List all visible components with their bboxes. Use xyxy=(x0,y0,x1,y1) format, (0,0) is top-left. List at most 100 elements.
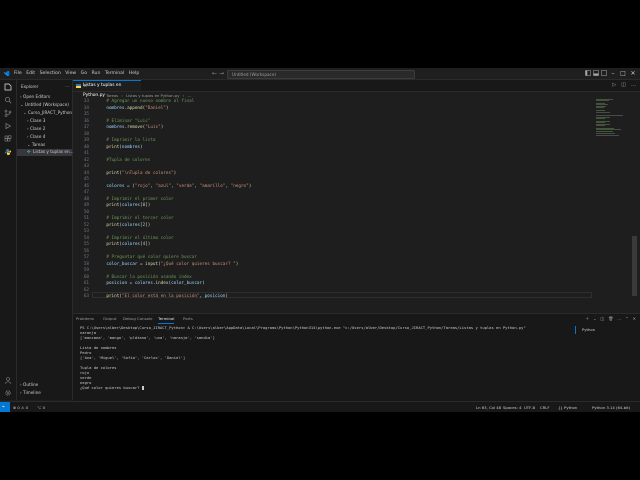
code-line[interactable]: # Imprimir el último color xyxy=(96,236,173,242)
line-number: 35 xyxy=(83,112,89,117)
code-line[interactable]: # Imprimir el tercer color xyxy=(96,216,173,222)
code-line[interactable]: print(colores[2]) xyxy=(96,223,150,229)
python-icon[interactable] xyxy=(4,148,12,156)
timeline-label: Timeline xyxy=(23,390,41,395)
source-control-icon[interactable] xyxy=(4,109,12,117)
tab-problems[interactable]: Problems xyxy=(76,314,94,323)
tab-output[interactable]: Output xyxy=(103,314,117,323)
breadcrumb-symbol[interactable]: ... xyxy=(188,93,192,98)
folder-curso[interactable]: ⌄ Curso_JIRACT_Python xyxy=(23,110,72,116)
code-line[interactable]: colores = ("rojo", "azul", "verde", "ama… xyxy=(96,184,251,190)
line-number: 58 xyxy=(83,261,89,267)
editor-scrollbar[interactable] xyxy=(632,236,637,296)
workspace-section[interactable]: ⌄ Untitled (Workspace) xyxy=(20,102,69,108)
line-number: 37 xyxy=(83,125,89,130)
more-actions-icon[interactable]: … xyxy=(617,314,621,323)
line-number: 45 xyxy=(83,177,89,182)
close-tab-icon[interactable]: × xyxy=(83,81,138,91)
account-icon[interactable] xyxy=(4,376,12,384)
code-line[interactable]: # Eliminar "Luis" xyxy=(96,119,150,125)
code-line[interactable]: nombres.remove("Luis") xyxy=(96,125,163,131)
split-terminal-icon[interactable]: ◫ xyxy=(600,314,604,323)
code-line[interactable]: posicion = colores.index(color_buscar) xyxy=(96,281,204,287)
code-line[interactable]: print("\nTupla de colores") xyxy=(96,171,176,177)
run-file-icon[interactable]: ▷ xyxy=(612,81,616,90)
folder-clase-4[interactable]: › Clase 4 xyxy=(27,134,45,140)
toggle-panel-icon[interactable] xyxy=(593,70,599,76)
language-mode[interactable]: {} Python xyxy=(558,402,577,412)
run-debug-icon[interactable] xyxy=(4,122,12,130)
python-interpreter[interactable]: Python 3.14 (64-bit) xyxy=(592,402,630,412)
code-line[interactable]: # Preguntar qué color quiere buscar xyxy=(96,255,197,261)
problems-indicator[interactable]: ⊗ 0 ⚠ 0 xyxy=(13,402,28,412)
breadcrumb-tareas[interactable]: Tareas xyxy=(106,93,118,98)
line-number: 56 xyxy=(83,248,89,254)
tab-listas-tuplas[interactable]: Listas y tuplas en Python.py × xyxy=(73,80,141,98)
code-line[interactable]: nombres.append("Daniel") xyxy=(96,106,168,112)
indentation[interactable]: Spaces: 4 xyxy=(503,402,521,412)
minimize-icon[interactable]: – xyxy=(608,68,618,79)
code-line[interactable]: #Tupla de colores xyxy=(96,158,150,164)
open-editors-section[interactable]: › Open Editors xyxy=(20,94,50,100)
code-line[interactable]: print(nombres) xyxy=(96,145,142,151)
code-line[interactable]: print(colores[4]) xyxy=(96,242,150,248)
ports-indicator[interactable]: ⌥ 0 xyxy=(37,402,45,412)
back-arrow-icon[interactable]: ← xyxy=(212,69,217,78)
folder-clase-3[interactable]: › Clase 3 xyxy=(27,118,45,124)
selected-file-row[interactable]: ✣ Listas y tuplas en... xyxy=(17,149,74,156)
cursor-position[interactable]: Ln 63, Col 48 xyxy=(476,402,501,412)
kill-terminal-icon[interactable]: 🗑 xyxy=(608,314,613,323)
chevron-right-icon: › xyxy=(27,126,29,131)
remote-indicator[interactable]: ⌁ xyxy=(0,402,10,412)
minimap-line xyxy=(596,109,606,111)
toggle-sidebar-icon[interactable] xyxy=(585,70,591,76)
code-line[interactable]: # Imprimir el primer color xyxy=(96,197,173,203)
menu-terminal[interactable]: Terminal xyxy=(105,68,124,79)
tab-ports[interactable]: Ports xyxy=(183,314,193,323)
command-center-search[interactable]: Untitled (Workspace) xyxy=(227,70,415,79)
menu-edit[interactable]: Edit xyxy=(26,68,35,79)
more-actions-icon[interactable]: … xyxy=(65,83,69,89)
outline-section[interactable]: › Outline xyxy=(20,382,38,388)
menu-go[interactable]: Go xyxy=(81,68,87,79)
code-line[interactable]: print("El color está en la posición", po… xyxy=(96,294,228,300)
explorer-icon[interactable] xyxy=(4,83,12,91)
tab-terminal[interactable]: Terminal xyxy=(158,314,175,324)
code-line[interactable]: # Imprimir la lista xyxy=(96,138,155,144)
more-actions-icon[interactable]: … xyxy=(631,81,636,90)
minimap-line xyxy=(596,129,621,130)
search-icon[interactable] xyxy=(4,96,12,104)
menu-selection[interactable]: Selection xyxy=(40,68,61,79)
search-placeholder: Untitled (Workspace) xyxy=(232,72,277,77)
close-icon[interactable]: ✕ xyxy=(628,68,638,79)
code-line[interactable]: print(colores[0]) xyxy=(96,203,150,209)
code-line[interactable]: # Agregar un nuevo nombre al final xyxy=(96,99,194,105)
maximize-icon[interactable]: □ xyxy=(618,68,628,79)
settings-gear-icon[interactable] xyxy=(4,389,12,397)
folder-tareas[interactable]: ⌄ Tareas xyxy=(27,142,45,148)
line-number: 63 xyxy=(83,294,89,299)
timeline-section[interactable]: › Timeline xyxy=(20,390,41,396)
new-terminal-icon[interactable]: ＋ xyxy=(585,314,589,323)
line-ending[interactable]: CRLF xyxy=(540,402,550,412)
split-editor-icon[interactable]: ◫ xyxy=(621,81,626,90)
minimap[interactable] xyxy=(596,99,628,139)
breadcrumb-file[interactable]: Listas y tuplas en Python.py xyxy=(126,93,179,98)
encoding[interactable]: UTF-8 xyxy=(524,402,535,412)
code-line[interactable]: # Buscar la posición usando index xyxy=(96,275,191,281)
forward-arrow-icon[interactable]: → xyxy=(219,69,224,78)
menu-view[interactable]: View xyxy=(65,68,76,79)
code-editor[interactable]: # Agregar un nuevo nombre al final nombr… xyxy=(96,99,596,301)
extensions-icon[interactable] xyxy=(4,135,12,143)
layout-icon[interactable] xyxy=(601,70,607,76)
folder-clase-2[interactable]: › Clase 2 xyxy=(27,126,45,132)
menu-help[interactable]: Help xyxy=(129,68,139,79)
menu-run[interactable]: Run xyxy=(92,68,101,79)
terminal-dropdown-icon[interactable]: ⌄ xyxy=(593,314,596,323)
close-panel-icon[interactable]: ✕ xyxy=(633,314,636,323)
maximize-panel-icon[interactable]: ⌃ xyxy=(625,314,628,323)
tab-debug-console[interactable]: Debug Console xyxy=(123,314,152,323)
terminal-instance[interactable]: Python xyxy=(575,326,636,334)
code-line[interactable]: color_buscar = input("¿Qué color quieres… xyxy=(96,262,238,268)
menu-file[interactable]: File xyxy=(14,68,22,79)
